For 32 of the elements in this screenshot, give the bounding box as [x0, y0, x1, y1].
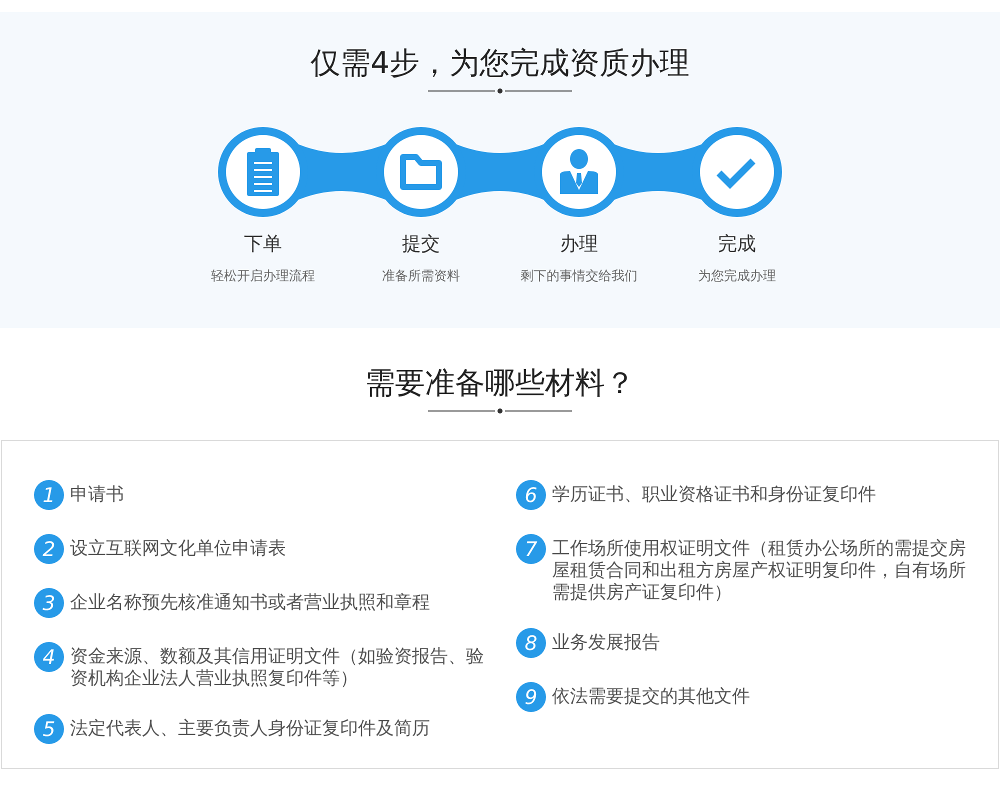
folder-icon	[400, 154, 442, 190]
number-badge: 4	[34, 642, 64, 672]
step-title: 下单	[244, 233, 282, 255]
number-badge: 2	[34, 534, 64, 564]
material-text: 申请书	[70, 484, 125, 507]
material-text: 资金来源、数额及其信用证明文件（如验资报告、验资机构企业法人营业执照复印件等）	[70, 646, 485, 690]
step-description: 准备所需资料	[382, 269, 460, 284]
material-text: 设立互联网文化单位申请表	[70, 538, 287, 561]
number-badge: 5	[34, 714, 64, 744]
step-description: 剩下的事情交给我们	[520, 269, 638, 284]
step-title: 提交	[402, 233, 440, 255]
section-title: 仅需4步，为您完成资质办理	[310, 46, 690, 81]
material-text: 学历证书、职业资格证书和身份证复印件	[552, 484, 877, 507]
clipboard-icon	[247, 148, 279, 196]
step-title: 办理	[560, 233, 598, 255]
number-badge: 1	[34, 480, 64, 510]
number-badge: 3	[34, 588, 64, 618]
number-badge: 9	[516, 682, 546, 712]
material-text: 法定代表人、主要负责人身份证复印件及简历	[70, 718, 431, 741]
step-description: 轻松开启办理流程	[211, 269, 315, 284]
material-text: 业务发展报告	[552, 632, 661, 655]
section-title: 需要准备哪些材料？	[365, 366, 635, 401]
step-description: 为您完成办理	[698, 269, 776, 284]
step-title: 完成	[718, 233, 756, 255]
check-icon	[716, 158, 756, 189]
number-badge: 8	[516, 628, 546, 658]
number-badge: 7	[516, 534, 546, 564]
material-text: 企业名称预先核准通知书或者营业执照和章程	[70, 592, 431, 615]
number-badge: 6	[516, 480, 546, 510]
material-text: 依法需要提交的其他文件	[552, 686, 751, 709]
material-text: 工作场所使用权证明文件（租赁办公场所的需提交房屋租赁合同和出租方房屋产权证明复印件，自有场所需提供房产证复印件）	[552, 538, 967, 604]
person-icon	[560, 149, 598, 194]
